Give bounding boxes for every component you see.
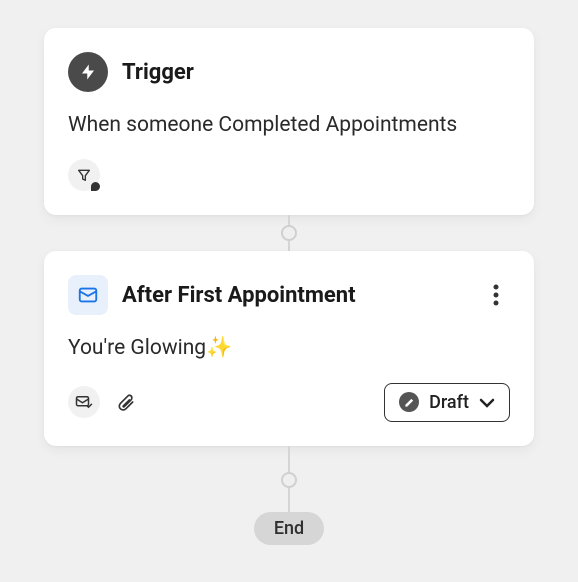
trigger-header: Trigger	[68, 52, 510, 92]
connector-line	[288, 241, 290, 251]
pencil-icon	[399, 392, 419, 412]
trigger-title: Trigger	[122, 60, 194, 85]
trigger-footer	[68, 159, 510, 191]
step-footer-icons	[68, 386, 142, 418]
more-options-button[interactable]	[482, 281, 510, 309]
connector-line	[288, 488, 290, 514]
connector-line	[288, 446, 290, 472]
step-card[interactable]: After First Appointment You're Glowing✨ …	[44, 251, 534, 445]
end-badge: End	[254, 512, 324, 545]
email-check-icon[interactable]	[68, 386, 100, 418]
step-header: After First Appointment	[68, 275, 510, 315]
connector-node	[281, 225, 297, 241]
connector-node	[281, 472, 297, 488]
filter-icon[interactable]	[68, 159, 100, 191]
chevron-down-icon	[479, 393, 495, 412]
step-footer: Draft	[68, 383, 510, 422]
trigger-card[interactable]: Trigger When someone Completed Appointme…	[44, 28, 534, 215]
status-label: Draft	[429, 392, 469, 413]
trigger-description: When someone Completed Appointments	[68, 112, 510, 139]
email-icon	[68, 275, 108, 315]
attachment-icon[interactable]	[110, 386, 142, 418]
connector-1	[281, 215, 297, 251]
person-badge-icon	[91, 182, 100, 191]
status-dropdown[interactable]: Draft	[384, 383, 510, 422]
trigger-footer-icons	[68, 159, 100, 191]
lightning-icon	[68, 52, 108, 92]
step-title: After First Appointment	[122, 283, 356, 308]
connector-line	[288, 215, 290, 225]
connector-2	[281, 446, 297, 514]
step-body: You're Glowing✨	[68, 335, 510, 362]
